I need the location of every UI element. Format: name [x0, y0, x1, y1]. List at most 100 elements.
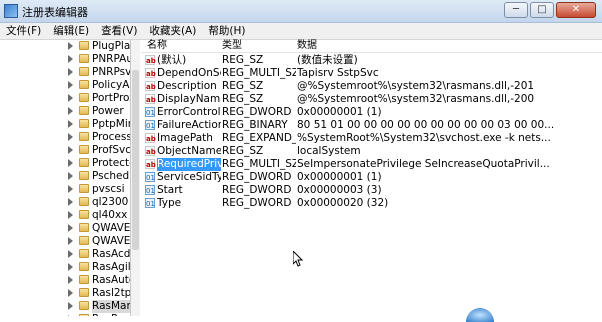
tree-item[interactable]: Power [0, 105, 130, 118]
expand-arrow-icon[interactable] [68, 185, 73, 193]
tree-item[interactable]: Protected [0, 157, 130, 170]
title-bar: 注册表编辑器 ─ □ ✕ [0, 0, 602, 23]
tree-item[interactable]: PolicyAge [0, 79, 130, 92]
expand-arrow-icon[interactable] [68, 302, 73, 310]
value-data: 0x00000003 (3) [297, 184, 382, 196]
value-row[interactable]: 01 Start REG_DWORD 0x00000003 (3) [141, 184, 602, 197]
value-row[interactable]: 01 ErrorControl REG_DWORD 0x00000001 (1) [141, 106, 602, 119]
expand-arrow-icon[interactable] [68, 81, 73, 89]
value-row[interactable]: ab (默认) REG_SZ (数值未设置) [141, 54, 602, 67]
folder-icon [79, 41, 89, 50]
tree-item[interactable]: RasAgileV [0, 261, 130, 274]
expand-arrow-icon[interactable] [68, 68, 73, 76]
column-header-type[interactable]: 类型 [222, 40, 242, 52]
value-name: FailureActions [157, 119, 221, 131]
expand-arrow-icon[interactable] [68, 224, 73, 232]
tree-item[interactable]: PortProxy [0, 92, 130, 105]
value-row[interactable]: ab DisplayName REG_SZ @%Systemroot%\system3… [141, 93, 602, 106]
tree-item[interactable]: RasAuto [0, 274, 130, 287]
value-data: %SystemRoot%\System32\svchost.exe -k net… [297, 132, 551, 144]
tree-item-label: Psched [92, 170, 130, 182]
tree-item[interactable]: RasAcd [0, 248, 130, 261]
expand-arrow-icon[interactable] [68, 42, 73, 50]
tree-item[interactable]: pvscsi [0, 183, 130, 196]
tree-scrollbar[interactable] [131, 40, 140, 316]
expand-arrow-icon[interactable] [68, 263, 73, 271]
tree-scrollbar-thumb[interactable] [132, 70, 139, 250]
value-row[interactable]: abImagePath REG_EXPAND_SZ%SystemRoot%\Sys… [141, 132, 602, 145]
folder-icon [79, 93, 89, 102]
tree-item-label: Protected [92, 157, 130, 169]
menu-edit[interactable]: 编辑(E) [47, 23, 95, 39]
value-row[interactable]: abDependOnSer...REG_MULTI_SZTapisrv Sstp… [141, 67, 602, 80]
value-row[interactable]: abRequiredPrivile...REG_MULTI_SZSeImpers… [141, 158, 602, 171]
value-name: DependOnSer... [157, 67, 221, 79]
column-header-data[interactable]: 数据 [297, 40, 317, 52]
value-type: REG_SZ [222, 80, 264, 92]
value-row[interactable]: 01FailureActionsREG_BINARY 80 51 01 00 00… [141, 119, 602, 132]
tree-item[interactable]: ProfSvc [0, 144, 130, 157]
value-row[interactable]: 01 Type REG_DWORD 0x00000020 (32) [141, 197, 602, 210]
close-button[interactable]: ✕ [556, 2, 596, 18]
value-type: REG_BINARY [222, 119, 288, 131]
tree-item[interactable]: ql2300 [0, 196, 130, 209]
expand-arrow-icon[interactable] [68, 276, 73, 284]
expand-arrow-icon[interactable] [68, 172, 73, 180]
value-type: REG_SZ [222, 54, 264, 66]
registry-values-list[interactable]: 名称 类型 数据 ab(默认)REG_SZ(数值未设置)abDependOnSe… [141, 40, 602, 316]
tree-item-label: PortProxy [92, 92, 130, 104]
tree-item[interactable]: ql40xx [0, 209, 130, 222]
value-name: Description [157, 80, 217, 92]
value-type: REG_MULTI_SZ [222, 67, 296, 79]
menu-view[interactable]: 查看(V) [95, 23, 143, 39]
maximize-button[interactable]: □ [530, 2, 554, 18]
tree-item[interactable]: QWAVEdr [0, 235, 130, 248]
expand-arrow-icon[interactable] [68, 55, 73, 63]
tree-item[interactable]: RasMan [0, 300, 130, 313]
value-row[interactable]: 01ServiceSidTypeREG_DWORD 0x00000001 (1) [141, 171, 602, 184]
menu-bar: 文件(F) 编辑(E) 查看(V) 收藏夹(A) 帮助(H) [0, 23, 602, 40]
expand-arrow-icon[interactable] [68, 146, 73, 154]
expand-arrow-icon[interactable] [68, 237, 73, 245]
expand-arrow-icon[interactable] [68, 94, 73, 102]
expand-arrow-icon[interactable] [68, 107, 73, 115]
tree-item[interactable]: Rasl2tp [0, 287, 130, 300]
value-name: Type [157, 197, 182, 209]
tree-item[interactable]: QWAVE [0, 222, 130, 235]
tree-item[interactable]: PptpMinip [0, 118, 130, 131]
binary-value-icon: 01 [145, 198, 155, 208]
folder-icon [79, 158, 89, 167]
tree-item[interactable]: PNRPAuto [0, 53, 130, 66]
folder-icon [79, 67, 89, 76]
column-header-name[interactable]: 名称 [147, 40, 167, 52]
tree-item[interactable]: Psched [0, 170, 130, 183]
expand-arrow-icon[interactable] [68, 250, 73, 258]
tree-item[interactable]: Processor [0, 131, 130, 144]
binary-value-icon: 01 [145, 185, 155, 195]
value-data: 80 51 01 00 00 00 00 00 00 00 00 00 03 0… [297, 119, 555, 131]
value-name: ServiceSidType [157, 171, 221, 183]
tree-item[interactable]: PlugPlay [0, 40, 130, 53]
registry-key-tree[interactable]: PlugPlayPNRPAutoPNRPsvcPolicyAgePortProx… [0, 40, 131, 316]
menu-file[interactable]: 文件(F) [0, 23, 47, 39]
value-type: REG_DWORD [222, 197, 292, 209]
string-value-icon: ab [145, 81, 156, 91]
menu-favorites[interactable]: 收藏夹(A) [143, 23, 202, 39]
minimize-button[interactable]: ─ [504, 2, 528, 18]
value-row[interactable]: ab ObjectName REG_SZ localSystem [141, 145, 602, 158]
value-data: @%Systemroot%\system32\rasmans.dll,-200 [297, 93, 535, 105]
binary-value-icon: 01 [145, 120, 155, 130]
tree-item-label: pvscsi [92, 183, 125, 195]
expand-arrow-icon[interactable] [68, 120, 73, 128]
expand-arrow-icon[interactable] [68, 198, 73, 206]
menu-help[interactable]: 帮助(H) [202, 23, 251, 39]
tree-item-label: ql40xx [92, 209, 128, 221]
tree-item[interactable]: PNRPsvc [0, 66, 130, 79]
expand-arrow-icon[interactable] [68, 133, 73, 141]
expand-arrow-icon[interactable] [68, 289, 73, 297]
expand-arrow-icon[interactable] [68, 159, 73, 167]
folder-icon [79, 132, 89, 141]
value-row[interactable]: ab Description REG_SZ @%Systemroot%\system3… [141, 80, 602, 93]
value-name: DisplayName [157, 93, 221, 105]
expand-arrow-icon[interactable] [68, 211, 73, 219]
